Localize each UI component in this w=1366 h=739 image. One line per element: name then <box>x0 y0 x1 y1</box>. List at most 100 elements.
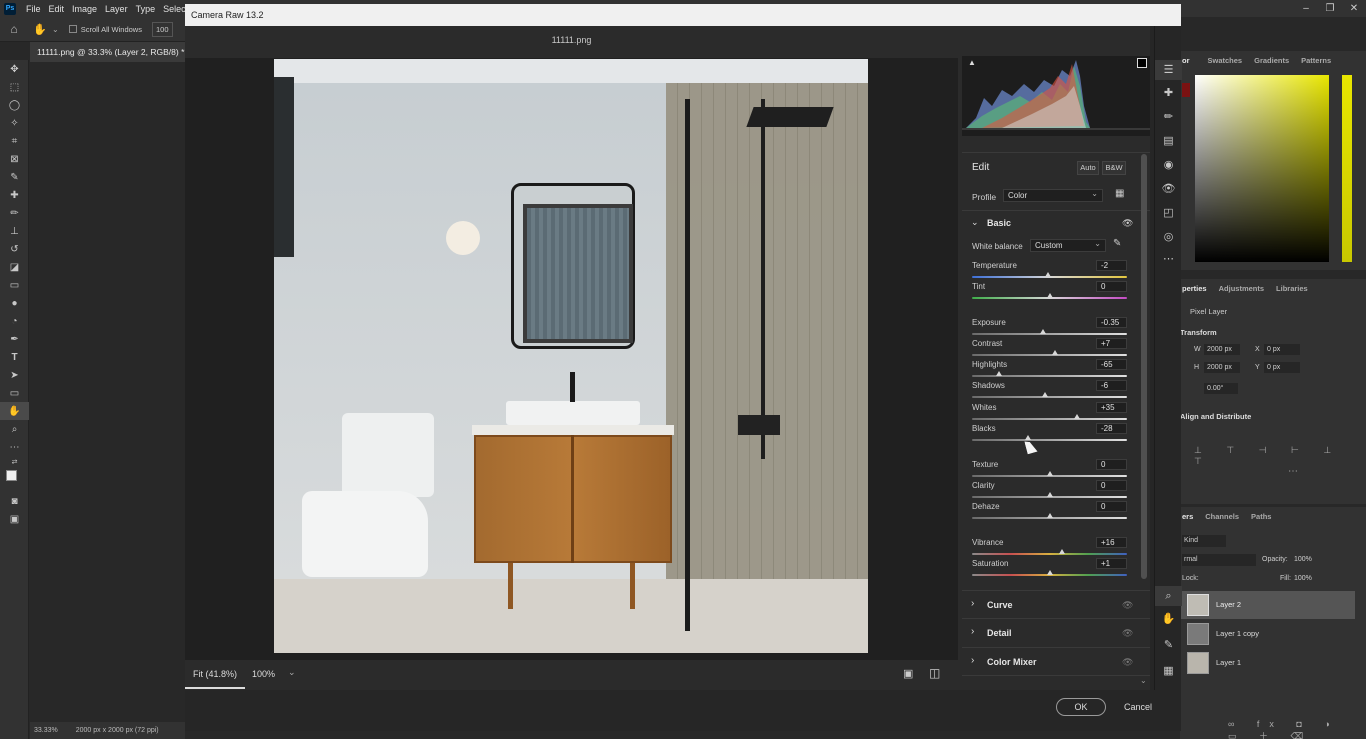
color-picker-field[interactable] <box>1195 75 1329 262</box>
width-field[interactable]: 2000 px <box>1204 344 1240 355</box>
tab-layers[interactable]: ers <box>1182 512 1193 521</box>
slider-thumb-exposure[interactable] <box>1040 329 1047 334</box>
tab-color[interactable]: or <box>1182 56 1190 65</box>
healing-icon[interactable]: ✚ <box>1155 86 1182 99</box>
slider-value-exposure[interactable]: -0.35 <box>1096 317 1127 328</box>
zoom-tool-icon[interactable]: ⌕ <box>0 420 29 438</box>
eraser-icon[interactable]: ◪ <box>0 258 29 276</box>
lasso-tool-icon[interactable]: ◯ <box>0 96 29 114</box>
cancel-button[interactable]: Cancel <box>1118 698 1158 716</box>
color-mixer-chevron-icon[interactable]: › <box>971 655 974 666</box>
radial-gradient-icon[interactable]: ◉ <box>1155 158 1182 171</box>
close-icon[interactable]: ✕ <box>1342 0 1366 17</box>
slider-track-vibrance[interactable] <box>972 553 1127 555</box>
slider-thumb-contrast[interactable] <box>1051 350 1058 355</box>
hand-tool-icon[interactable]: ✋ <box>0 402 29 420</box>
frame-tool-icon[interactable]: ⊠ <box>0 150 29 168</box>
status-zoom[interactable]: 33.33% <box>34 727 58 734</box>
slider-value-temperature[interactable]: -2 <box>1096 260 1127 271</box>
slider-track-blacks[interactable] <box>972 439 1127 441</box>
slider-thumb-texture[interactable] <box>1046 471 1053 476</box>
menu-image[interactable]: Image <box>68 4 101 14</box>
scroll-down-icon[interactable]: ⌄ <box>1140 676 1147 685</box>
slider-value-dehaze[interactable]: 0 <box>1096 501 1127 512</box>
detail-section-header[interactable]: Detail <box>987 628 1012 638</box>
history-brush-icon[interactable]: ↺ <box>0 240 29 258</box>
slider-value-shadows[interactable]: -6 <box>1096 380 1127 391</box>
shadow-clipping-icon[interactable]: ▲ <box>968 58 976 67</box>
foreground-color[interactable] <box>6 470 17 481</box>
curve-visibility-eye-icon[interactable]: 👁 <box>1122 600 1133 611</box>
tab-gradients[interactable]: Gradients <box>1254 56 1289 65</box>
hand-icon[interactable]: ✋ <box>1155 612 1182 625</box>
healing-brush-icon[interactable]: ✚ <box>0 186 29 204</box>
pen-tool-icon[interactable]: ✒ <box>0 330 29 348</box>
more-tools-icon[interactable]: ⋯ <box>0 438 29 456</box>
slider-track-shadows[interactable] <box>972 396 1127 398</box>
rectangle-tool-icon[interactable]: ▭ <box>0 384 29 402</box>
zoom-icon[interactable]: ⌕ <box>1155 586 1182 606</box>
slider-thumb-vibrance[interactable] <box>1058 549 1065 554</box>
align-buttons[interactable]: ⊥ ⊤ ⊣ ⊢ ⊥ ⊤ <box>1194 445 1366 467</box>
slider-thumb-clarity[interactable] <box>1046 492 1053 497</box>
marquee-tool-icon[interactable]: ⬚ <box>0 78 29 96</box>
y-field[interactable]: 0 px <box>1264 362 1300 373</box>
basic-visibility-eye-icon[interactable]: 👁 <box>1122 218 1133 229</box>
dodge-tool-icon[interactable]: ◔ <box>0 312 29 330</box>
scroll-all-checkbox[interactable] <box>68 25 77 33</box>
document-tab[interactable]: 11111.png @ 33.3% (Layer 2, RGB/8) * <box>30 42 185 62</box>
panel-scrollbar[interactable] <box>1141 154 1147 579</box>
layers-bottom-icons[interactable]: ∞ fx ◘ ◑ ▭ ＋ ⌫ <box>1228 719 1366 739</box>
slider-value-saturation[interactable]: +1 <box>1096 558 1127 569</box>
hand-tool-icon[interactable]: ✋ <box>28 23 52 36</box>
slider-value-texture[interactable]: 0 <box>1096 459 1127 470</box>
slider-thumb-temperature[interactable] <box>1044 272 1051 277</box>
slider-thumb-highlights[interactable] <box>996 371 1003 376</box>
slider-thumb-dehaze[interactable] <box>1046 513 1053 518</box>
zoom-fit-button[interactable]: Fit (41.8%) <box>193 669 237 679</box>
presets-icon[interactable]: ◎ <box>1155 230 1182 243</box>
height-field[interactable]: 2000 px <box>1204 362 1240 373</box>
tab-adjustments[interactable]: Adjustments <box>1219 284 1264 293</box>
layer-row[interactable]: Layer 1 copy <box>1180 620 1355 648</box>
tab-patterns[interactable]: Patterns <box>1301 56 1331 65</box>
quick-mask-icon[interactable]: ◙ <box>0 492 29 510</box>
screen-mode-icon[interactable]: ▣ <box>0 510 29 528</box>
more-options-icon[interactable]: ⋯ <box>1155 252 1182 265</box>
layer-filter-kind[interactable]: Kind <box>1182 535 1226 547</box>
color-swatches[interactable] <box>0 468 28 492</box>
color-swap-icon[interactable]: ⇄ <box>0 456 29 468</box>
zoom-percent-button[interactable]: 100 <box>151 21 173 37</box>
clone-stamp-icon[interactable]: ⊥ <box>0 222 29 240</box>
restore-icon[interactable]: ❐ <box>1318 0 1342 17</box>
white-balance-eyedropper-icon[interactable]: ✎ <box>1113 238 1121 249</box>
tab-properties[interactable]: perties <box>1182 284 1207 293</box>
brush-tool-icon[interactable]: ✏ <box>0 204 29 222</box>
bw-button[interactable]: B&W <box>1102 161 1126 175</box>
before-after-icon[interactable]: ◫ <box>929 666 940 680</box>
blur-tool-icon[interactable]: ● <box>0 294 29 312</box>
curve-chevron-icon[interactable]: › <box>971 598 974 609</box>
crop-tool-icon[interactable]: ⌗ <box>0 132 29 150</box>
more-options-icon[interactable]: ⋯ <box>1288 466 1298 477</box>
minimize-icon[interactable]: – <box>1294 0 1318 17</box>
tab-libraries[interactable]: Libraries <box>1276 284 1308 293</box>
slider-value-blacks[interactable]: -28 <box>1096 423 1127 434</box>
slider-value-contrast[interactable]: +7 <box>1096 338 1127 349</box>
slider-value-tint[interactable]: 0 <box>1096 281 1127 292</box>
white-balance-select[interactable]: Custom <box>1030 238 1106 252</box>
menu-edit[interactable]: Edit <box>45 4 69 14</box>
eyedropper-icon[interactable]: ✎ <box>0 168 29 186</box>
slider-value-clarity[interactable]: 0 <box>1096 480 1127 491</box>
curve-section-header[interactable]: Curve <box>987 600 1013 610</box>
x-field[interactable]: 0 px <box>1264 344 1300 355</box>
snapshots-icon[interactable]: ◰ <box>1155 206 1182 219</box>
tab-paths[interactable]: Paths <box>1251 512 1271 521</box>
gradient-tool-icon[interactable]: ▭ <box>0 276 29 294</box>
blend-mode-select[interactable]: rmal <box>1182 554 1256 566</box>
red-eye-icon[interactable]: 👁 <box>1155 182 1182 195</box>
zoom-level-select[interactable]: 100% <box>252 669 275 679</box>
ok-button[interactable]: OK <box>1056 698 1106 716</box>
slider-value-whites[interactable]: +35 <box>1096 402 1127 413</box>
menu-file[interactable]: File <box>22 4 45 14</box>
